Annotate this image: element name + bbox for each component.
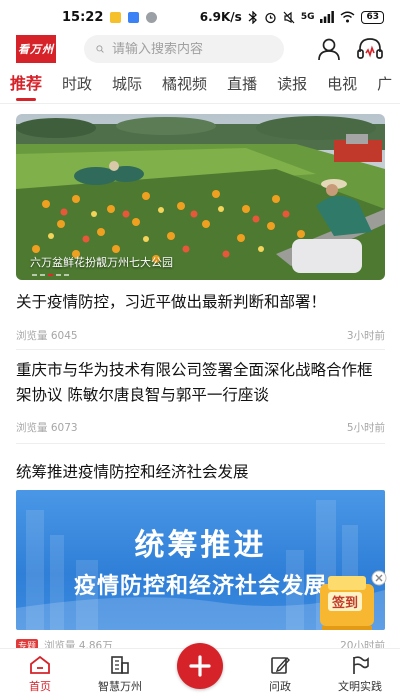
battery-indicator: 63 bbox=[361, 10, 384, 24]
network-type: 5G bbox=[300, 12, 315, 22]
nav-publish bbox=[160, 643, 240, 700]
publish-time: 5小时前 bbox=[346, 422, 385, 434]
carousel-indicator bbox=[32, 274, 69, 276]
search-input[interactable] bbox=[112, 41, 272, 57]
tab-video[interactable]: 橘视频 bbox=[162, 72, 207, 103]
network-speed: 6.9K/s bbox=[199, 10, 242, 24]
hero-caption: 六万盆鲜花扮靓万州七大公园 bbox=[30, 256, 173, 269]
nav-smart-label: 智慧万州 bbox=[98, 680, 142, 693]
tab-live[interactable]: 直播 bbox=[227, 72, 257, 103]
article-item[interactable]: 重庆市与华为技术有限公司签署全面深化战略合作框架协议 陈敏尔唐良智与郭平一行座谈… bbox=[16, 358, 385, 444]
nav-home-label: 首页 bbox=[29, 680, 51, 693]
tab-tv[interactable]: 电视 bbox=[327, 72, 357, 103]
tab-intercity[interactable]: 城际 bbox=[112, 72, 142, 103]
view-count: 浏览量 6073 bbox=[16, 422, 78, 434]
channel-tabs: 推荐 时政 城际 橘视频 直播 读报 电视 广 bbox=[0, 72, 400, 104]
publish-time: 3小时前 bbox=[346, 330, 385, 342]
status-bar: 15:22 6.9K/s 5G 63 bbox=[0, 0, 400, 34]
nav-civilization[interactable]: 文明实践 bbox=[320, 649, 400, 700]
notification-app-icon bbox=[146, 11, 158, 23]
status-time: 15:22 bbox=[62, 9, 104, 25]
edit-icon bbox=[271, 656, 290, 674]
article-title: 关于疫情防控，习近平做出最新判断和部署！ bbox=[16, 293, 327, 311]
nav-inquiry-label: 问政 bbox=[269, 680, 291, 693]
plus-icon bbox=[189, 655, 211, 677]
mute-icon bbox=[283, 11, 295, 23]
tab-politics[interactable]: 时政 bbox=[62, 72, 92, 103]
checkin-label: 签到 bbox=[328, 592, 363, 611]
banner-headline: 统筹推进 bbox=[134, 528, 267, 563]
tab-recommend[interactable]: 推荐 bbox=[10, 72, 42, 103]
search-bar[interactable] bbox=[84, 35, 284, 63]
nav-smart-wanzhou[interactable]: 智慧万州 bbox=[80, 649, 160, 700]
signal-icon bbox=[320, 11, 335, 23]
status-indicators: 6.9K/s 5G 63 bbox=[200, 10, 384, 24]
city-icon bbox=[111, 656, 129, 674]
bluetooth-icon bbox=[248, 10, 257, 24]
search-icon bbox=[96, 45, 104, 53]
alarm-icon bbox=[265, 12, 276, 23]
app-logo[interactable]: 看万州 bbox=[16, 35, 56, 63]
publish-button[interactable] bbox=[177, 643, 223, 689]
notification-app-icon bbox=[110, 11, 122, 23]
user-profile-icon[interactable] bbox=[316, 36, 342, 62]
view-count: 浏览量 6045 bbox=[16, 330, 78, 342]
checkin-button[interactable]: 签到 bbox=[314, 570, 388, 632]
home-icon bbox=[30, 655, 50, 674]
tab-newspaper[interactable]: 读报 bbox=[277, 72, 307, 103]
article-item[interactable]: 关于疫情防控，习近平做出最新判断和部署！ 浏览量 6045 3小时前 bbox=[16, 290, 385, 350]
article-title[interactable]: 统筹推进疫情防控和经济社会发展 bbox=[16, 460, 249, 482]
news-feed: 六万盆鲜花扮靓万州七大公园 关于疫情防控，习近平做出最新判断和部署！ 浏览量 6… bbox=[16, 114, 387, 652]
nav-home[interactable]: 首页 bbox=[0, 649, 80, 700]
app-header: 看万州 bbox=[0, 34, 400, 64]
tab-more[interactable]: 广 bbox=[377, 72, 392, 103]
article-title: 重庆市与华为技术有限公司签署全面深化战略合作框架协议 陈敏尔唐良智与郭平一行座谈 bbox=[16, 361, 373, 404]
notification-app-icon bbox=[128, 11, 140, 23]
hero-carousel[interactable]: 六万盆鲜花扮靓万州七大公园 bbox=[16, 114, 385, 280]
wifi-icon bbox=[341, 11, 355, 23]
radio-headphones-icon[interactable] bbox=[356, 36, 384, 62]
nav-civilization-label: 文明实践 bbox=[338, 680, 382, 693]
flag-icon bbox=[353, 656, 369, 674]
nav-inquiry[interactable]: 问政 bbox=[240, 649, 320, 700]
bottom-nav: 首页 智慧万州 问政 文明实践 bbox=[0, 643, 400, 700]
